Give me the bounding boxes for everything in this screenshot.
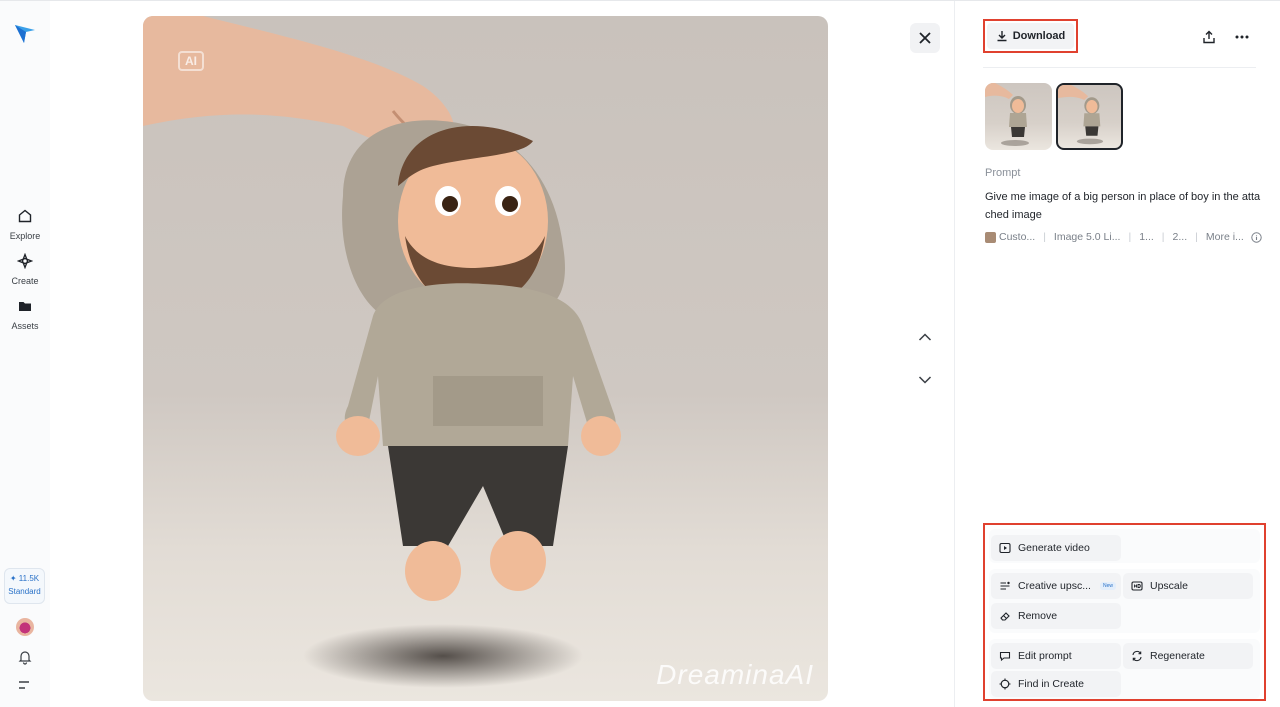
meta-more-info[interactable]: More i... (1206, 231, 1244, 243)
chevron-up-icon (918, 333, 932, 341)
meta-reference[interactable]: Custo... (999, 231, 1035, 243)
upscale-button[interactable]: Upscale (1123, 573, 1253, 599)
regenerate-button[interactable]: Regenerate (1123, 643, 1253, 669)
detail-panel: Download Prompt Give me image of a big p… (954, 1, 1280, 707)
chevron-down-icon (918, 376, 932, 384)
sparkle-icon (17, 253, 33, 269)
video-icon (999, 542, 1011, 554)
regenerate-label: Regenerate (1150, 650, 1205, 662)
download-icon (997, 31, 1007, 42)
close-icon (919, 32, 931, 44)
thumbnail-illustration (985, 83, 1029, 146)
sidebar-item-label: Assets (11, 321, 39, 331)
meta-separator: | (1128, 231, 1132, 243)
image-viewer: AI DreaminaAI (50, 1, 954, 707)
meta-separator: | (1043, 231, 1046, 243)
app-window: Explore Create Assets ✦ 11.5K Standard A… (0, 0, 1280, 707)
divider (983, 67, 1256, 68)
menu-icon[interactable] (17, 679, 31, 691)
close-button[interactable] (910, 23, 940, 53)
edit-prompt-button[interactable]: Edit prompt (991, 643, 1121, 669)
generated-image-illustration (143, 16, 621, 688)
bell-icon[interactable] (17, 649, 33, 665)
info-icon[interactable] (1251, 231, 1262, 243)
sidebar-item-label: Explore (9, 231, 41, 241)
crosshair-icon (999, 678, 1011, 690)
tool-group-prompt: Edit prompt Regenerate Find in Create (989, 639, 1260, 699)
creative-upscale-icon (1000, 581, 1010, 590)
generated-image: AI DreaminaAI (143, 16, 828, 701)
credits-amount: ✦ 11.5K (9, 574, 40, 583)
tools-highlight: Generate video Creative upsc... New Upsc… (983, 523, 1266, 701)
sidebar-item-explore[interactable]: Explore (0, 208, 50, 244)
reference-image-icon (985, 231, 996, 243)
sidebar-item-create[interactable]: Create (0, 253, 50, 289)
dreamina-logo-icon[interactable] (13, 21, 37, 45)
download-button[interactable]: Download (987, 23, 1074, 49)
prompt-title: Prompt (985, 167, 1021, 179)
variant-thumbnail[interactable] (985, 83, 1052, 150)
tool-group-video: Generate video (989, 529, 1260, 563)
edit-prompt-icon (999, 651, 1011, 662)
meta-separator: | (1161, 231, 1165, 243)
credits-badge[interactable]: ✦ 11.5K Standard (4, 568, 45, 604)
hd-icon (1131, 581, 1143, 591)
next-image-button[interactable] (915, 370, 935, 390)
variant-thumbnail-selected[interactable] (1056, 83, 1123, 150)
upscale-label: Upscale (1150, 580, 1188, 592)
sidebar-item-label: Create (11, 276, 39, 286)
find-in-create-label: Find in Create (1018, 678, 1084, 690)
meta-separator: | (1195, 231, 1198, 243)
find-in-create-button[interactable]: Find in Create (991, 671, 1121, 697)
creative-upscale-label: Creative upsc... (1018, 580, 1091, 592)
meta-resolution[interactable]: 2... (1173, 231, 1188, 243)
meta-ratio[interactable]: 1... (1139, 231, 1154, 243)
edit-prompt-label: Edit prompt (1018, 650, 1072, 662)
generation-meta: Custo... | Image 5.0 Li... | 1... | 2...… (985, 231, 1265, 243)
avatar[interactable] (16, 618, 34, 636)
home-icon (18, 209, 32, 223)
download-label: Download (1012, 30, 1066, 42)
download-highlight: Download (983, 19, 1078, 53)
thumbnail-illustration (1058, 85, 1104, 145)
generate-video-button[interactable]: Generate video (991, 535, 1121, 561)
prompt-text: Give me image of a big person in place o… (985, 191, 1261, 221)
sidebar-item-assets[interactable]: Assets (0, 298, 50, 334)
new-badge: New (1099, 582, 1116, 590)
generate-video-label: Generate video (1018, 542, 1090, 554)
left-sidebar: Explore Create Assets ✦ 11.5K Standard (0, 1, 50, 707)
share-button[interactable] (1198, 26, 1220, 48)
remove-label: Remove (1018, 610, 1058, 622)
eraser-icon (1000, 612, 1010, 621)
meta-model[interactable]: Image 5.0 Li... (1054, 231, 1121, 243)
remove-button[interactable]: Remove (991, 603, 1121, 629)
tool-group-enhance: Creative upsc... New Upscale Remove (989, 569, 1260, 633)
folder-icon (19, 302, 31, 311)
share-icon (1203, 30, 1215, 44)
more-icon (1235, 35, 1249, 39)
regenerate-icon (1132, 650, 1142, 662)
dreamina-watermark: DreaminaAI (656, 659, 814, 690)
plan-label: Standard (8, 587, 41, 596)
creative-upscale-button[interactable]: Creative upsc... New (991, 573, 1121, 599)
more-options-button[interactable] (1231, 26, 1253, 48)
previous-image-button[interactable] (915, 327, 935, 347)
ai-badge: AI (178, 51, 204, 71)
